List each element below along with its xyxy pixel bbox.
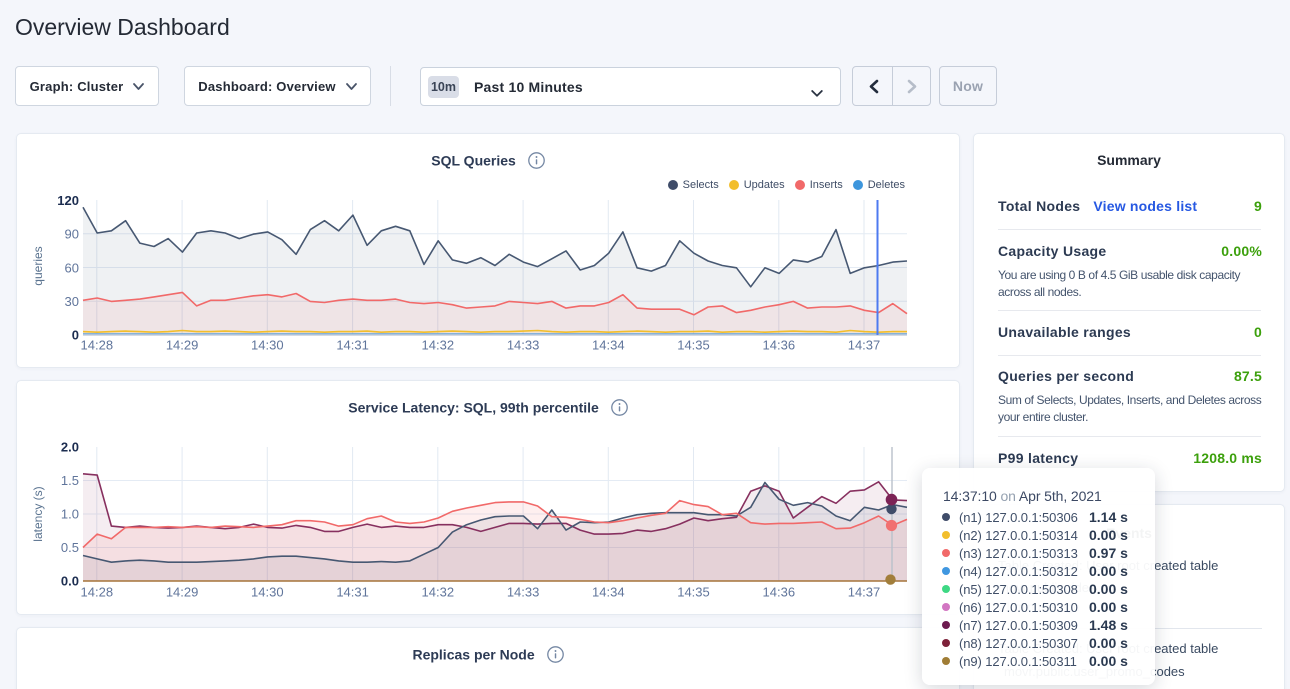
svg-text:14:33: 14:33 <box>507 338 540 353</box>
svg-text:14:35: 14:35 <box>677 338 710 353</box>
svg-text:14:29: 14:29 <box>166 585 199 600</box>
svg-text:1.0: 1.0 <box>61 507 79 522</box>
svg-text:0.0: 0.0 <box>61 574 79 589</box>
svg-text:0.5: 0.5 <box>61 540 79 555</box>
svg-text:14:28: 14:28 <box>81 585 114 600</box>
svg-text:60: 60 <box>65 260 79 275</box>
svg-text:120: 120 <box>57 193 79 208</box>
svg-text:14:29: 14:29 <box>166 338 199 353</box>
svg-text:14:32: 14:32 <box>422 585 455 600</box>
svg-text:14:34: 14:34 <box>592 585 625 600</box>
svg-text:2.0: 2.0 <box>61 440 79 455</box>
svg-text:14:31: 14:31 <box>336 338 369 353</box>
svg-text:14:28: 14:28 <box>81 338 114 353</box>
svg-text:14:36: 14:36 <box>763 585 796 600</box>
svg-text:14:34: 14:34 <box>592 338 625 353</box>
svg-text:30: 30 <box>65 294 79 309</box>
svg-text:14:35: 14:35 <box>677 585 710 600</box>
svg-text:14:36: 14:36 <box>763 338 796 353</box>
svg-text:14:32: 14:32 <box>422 338 455 353</box>
svg-text:14:31: 14:31 <box>336 585 369 600</box>
svg-text:14:37: 14:37 <box>848 338 881 353</box>
svg-text:14:30: 14:30 <box>251 585 284 600</box>
svg-text:0: 0 <box>72 328 79 343</box>
svg-text:90: 90 <box>65 227 79 242</box>
svg-text:1.5: 1.5 <box>61 473 79 488</box>
svg-text:14:37: 14:37 <box>848 585 881 600</box>
svg-text:14:33: 14:33 <box>507 585 540 600</box>
svg-text:14:30: 14:30 <box>251 338 284 353</box>
